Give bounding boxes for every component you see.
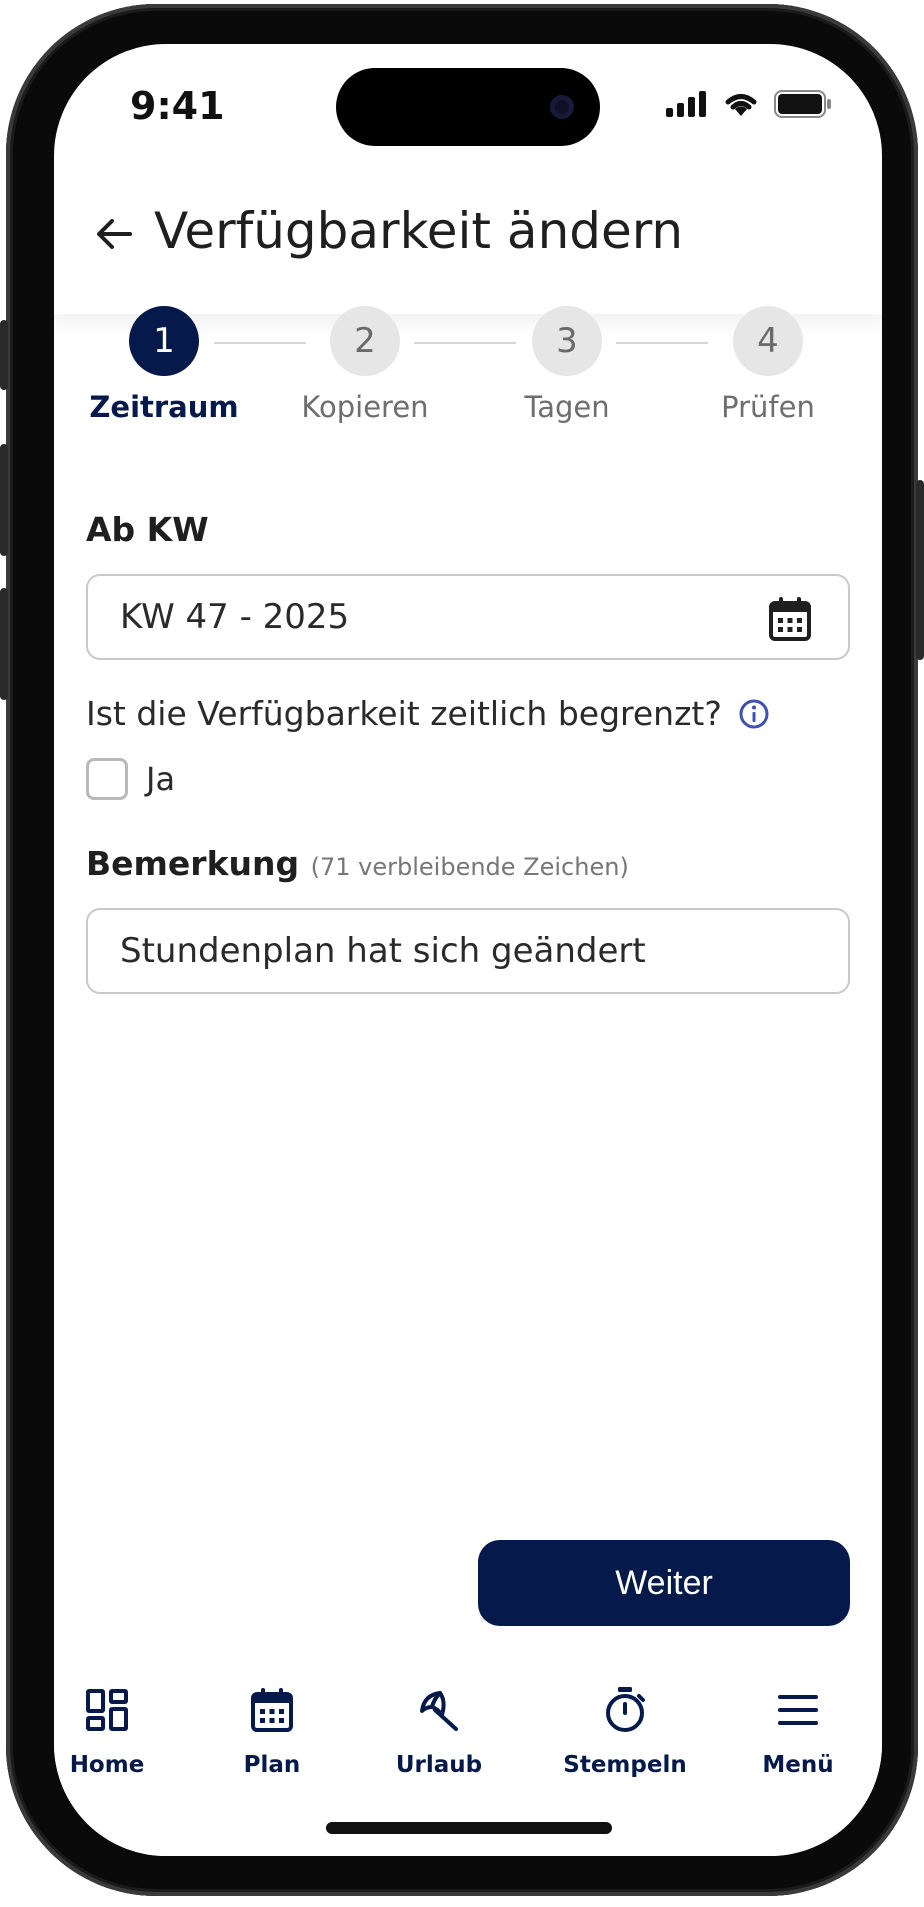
step-label: Zeitraum <box>89 390 239 424</box>
step-kopieren[interactable]: 2 Kopieren <box>285 306 445 424</box>
limited-question-text: Ist die Verfügbarkeit zeitlich begrenzt? <box>86 694 722 733</box>
nav-label: Menü <box>762 1752 834 1778</box>
remark-char-counter: (71 verbleibende Zeichen) <box>310 853 629 881</box>
nav-label: Stempeln <box>563 1752 687 1778</box>
power-button <box>916 480 924 660</box>
calendar-icon[interactable] <box>768 596 812 642</box>
step-tagen[interactable]: 3 Tagen <box>487 306 647 424</box>
week-label: Ab KW <box>86 510 209 549</box>
phone-frame: 9:41 Verfügbarkeit ändern 1 Zeitraum 2 K… <box>0 4 924 1896</box>
home-indicator[interactable] <box>326 1822 612 1834</box>
step-number: 2 <box>330 306 400 376</box>
wizard-stepper: 1 Zeitraum 2 Kopieren 3 Tagen 4 Prüfen <box>54 306 882 436</box>
nav-label: Urlaub <box>395 1752 483 1778</box>
info-icon[interactable] <box>738 698 770 730</box>
dashboard-icon <box>86 1689 128 1731</box>
app-screen: 9:41 Verfügbarkeit ändern 1 Zeitraum 2 K… <box>54 44 882 1856</box>
step-number: 1 <box>129 306 199 376</box>
step-zeitraum[interactable]: 1 Zeitraum <box>84 306 244 424</box>
nav-item-plan[interactable]: Plan <box>197 1678 347 1778</box>
beach-umbrella-icon <box>420 1691 458 1731</box>
week-picker-input[interactable]: KW 47 - 2025 <box>86 574 850 660</box>
stopwatch-icon <box>606 1687 645 1732</box>
step-label: Prüfen <box>721 390 815 424</box>
nav-item-urlaub[interactable]: Urlaub <box>364 1678 514 1778</box>
step-number: 3 <box>532 306 602 376</box>
remark-input[interactable]: Stundenplan hat sich geändert <box>86 908 850 994</box>
remark-label-text: Bemerkung <box>86 844 300 883</box>
battery-icon <box>774 90 831 118</box>
step-number: 4 <box>733 306 803 376</box>
back-button[interactable] <box>86 206 142 262</box>
calendar-icon <box>251 1688 293 1732</box>
step-pruefen[interactable]: 4 Prüfen <box>688 306 848 424</box>
status-icons <box>666 90 832 118</box>
app-header: Verfügbarkeit ändern <box>54 162 882 314</box>
dynamic-island <box>336 68 600 146</box>
remark-value: Stundenplan hat sich geändert <box>120 931 646 971</box>
volume-down-button <box>0 588 8 700</box>
nav-item-home[interactable]: Home <box>54 1678 182 1778</box>
front-camera <box>550 95 574 119</box>
remark-label: Bemerkung (71 verbleibende Zeichen) <box>86 844 629 883</box>
limited-checkbox[interactable] <box>86 758 128 800</box>
nav-label: Home <box>69 1752 145 1778</box>
arrow-left-icon <box>97 219 132 249</box>
week-value: KW 47 - 2025 <box>120 597 350 637</box>
limited-checkbox-label: Ja <box>146 760 176 798</box>
volume-up-button <box>0 444 8 556</box>
page-title: Verfügbarkeit ändern <box>154 202 684 260</box>
wifi-icon <box>725 94 757 116</box>
step-label: Tagen <box>524 390 610 424</box>
nav-item-stempeln[interactable]: Stempeln <box>550 1678 700 1778</box>
step-label: Kopieren <box>301 390 429 424</box>
nav-item-menue[interactable]: Menü <box>723 1678 873 1778</box>
nav-label: Plan <box>243 1752 301 1778</box>
limited-checkbox-row[interactable]: Ja <box>86 758 175 800</box>
next-button[interactable]: Weiter <box>478 1540 850 1626</box>
cellular-signal-icon <box>666 91 706 117</box>
limited-question: Ist die Verfügbarkeit zeitlich begrenzt? <box>86 694 770 733</box>
hamburger-menu-icon <box>778 1695 818 1725</box>
status-time: 9:41 <box>130 84 225 128</box>
action-button <box>0 320 8 390</box>
